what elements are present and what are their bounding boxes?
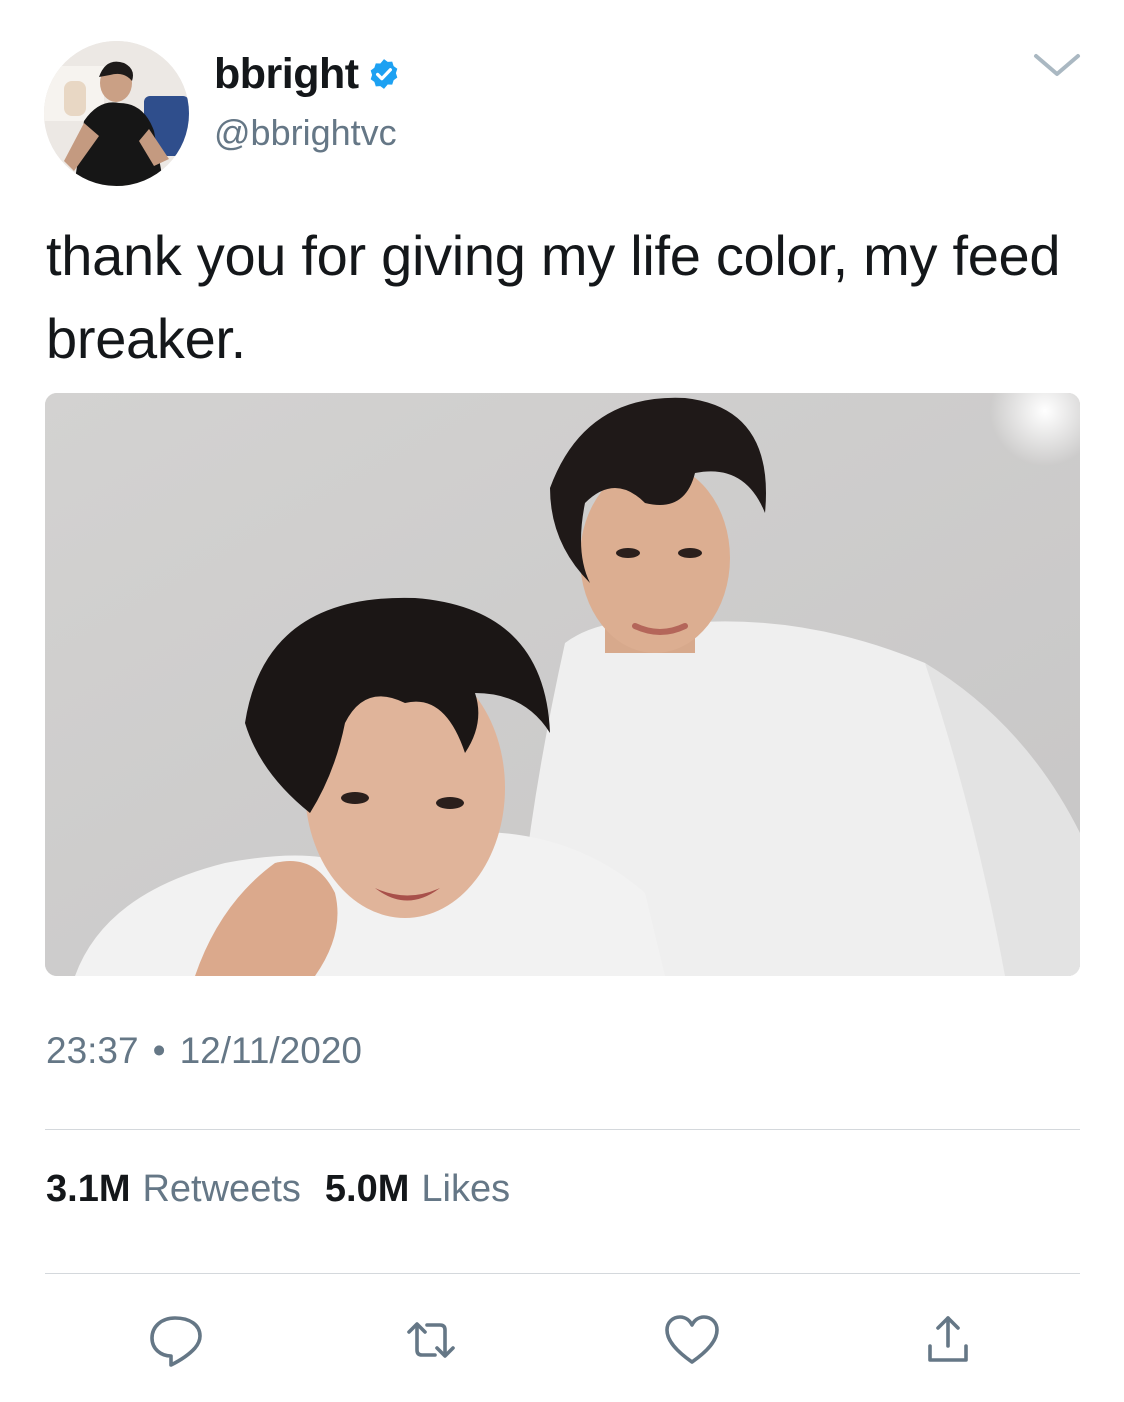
likes-stat[interactable]: 5.0M Likes bbox=[325, 1168, 510, 1211]
tweet-photo[interactable] bbox=[45, 393, 1080, 976]
avatar-photo bbox=[44, 41, 189, 186]
user-handle[interactable]: @bbrightvc bbox=[214, 112, 397, 154]
retweets-label: Retweets bbox=[142, 1168, 301, 1210]
reply-icon[interactable] bbox=[145, 1310, 205, 1370]
divider bbox=[45, 1129, 1080, 1130]
tweet-text: thank you for giving my life color, my f… bbox=[46, 224, 1061, 370]
engagement-stats: 3.1M Retweets 5.0M Likes bbox=[46, 1168, 534, 1211]
user-name-row: bbright bbox=[214, 50, 401, 98]
likes-count: 5.0M bbox=[324, 1168, 410, 1210]
meta-separator: • bbox=[152, 1030, 166, 1071]
verified-badge-icon bbox=[367, 57, 401, 91]
tweet-date: 12/11/2020 bbox=[179, 1030, 362, 1071]
likes-label: Likes bbox=[421, 1168, 511, 1210]
action-bar bbox=[0, 1310, 1124, 1370]
retweet-icon[interactable] bbox=[401, 1310, 461, 1370]
retweets-count: 3.1M bbox=[46, 1168, 131, 1210]
tweet-detail: bbright @bbrightvc thank you for giving … bbox=[0, 0, 1124, 1402]
tweet-time: 23:37 bbox=[46, 1030, 139, 1071]
divider bbox=[45, 1273, 1080, 1274]
heart-icon[interactable] bbox=[662, 1310, 722, 1370]
tweet-timestamp[interactable]: 23:37 • 12/11/2020 bbox=[46, 1030, 362, 1072]
share-icon[interactable] bbox=[918, 1310, 978, 1370]
retweets-stat[interactable]: 3.1M Retweets bbox=[46, 1168, 301, 1211]
photo-image bbox=[45, 393, 1080, 976]
chevron-down-icon[interactable] bbox=[1032, 50, 1082, 80]
display-name[interactable]: bbright bbox=[214, 50, 359, 99]
avatar[interactable] bbox=[44, 41, 189, 186]
